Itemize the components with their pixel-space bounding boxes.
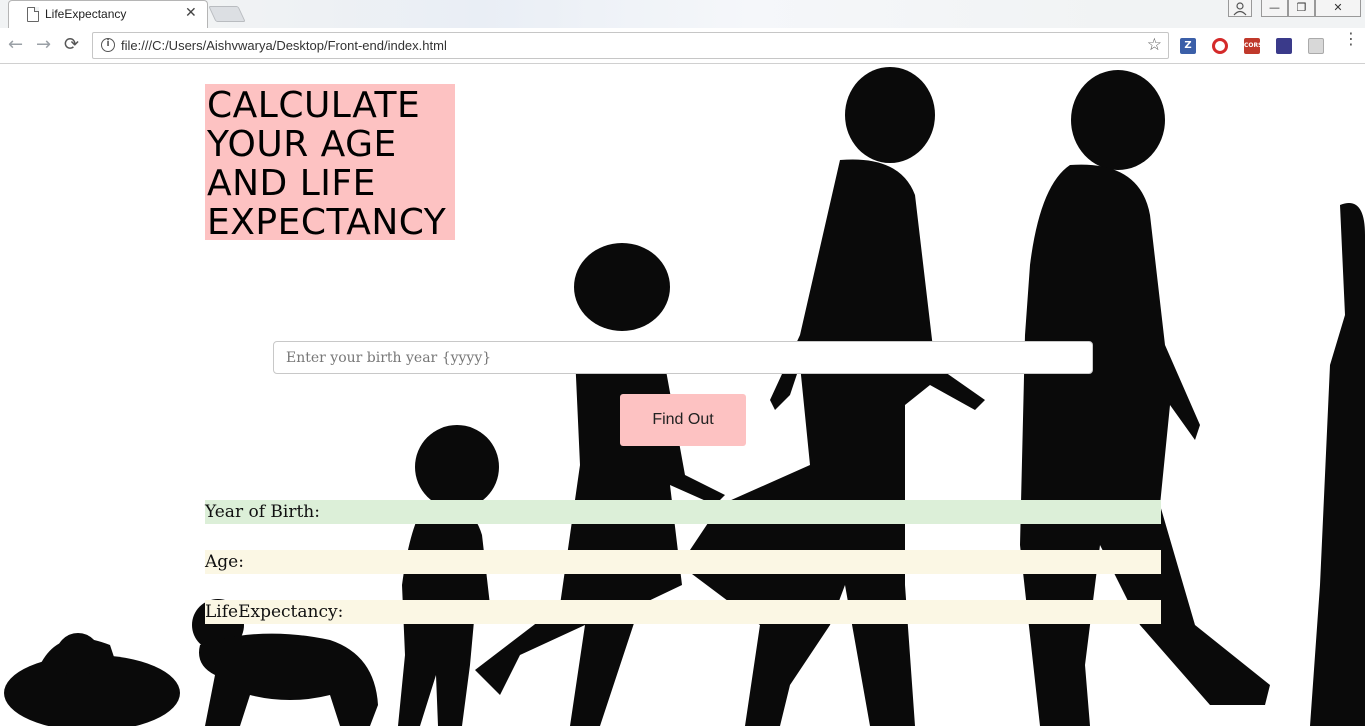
menu-icon[interactable]: ⋮: [1343, 31, 1359, 47]
browser-tab[interactable]: LifeExpectancy ✕: [8, 0, 208, 28]
zotero-icon[interactable]: Z: [1180, 38, 1196, 54]
page-favicon-icon: [27, 7, 39, 22]
page-title-line-4: EXPECTANCY: [207, 202, 447, 243]
minimize-window-button[interactable]: —: [1261, 0, 1288, 17]
tabstrip-background: [210, 0, 1110, 28]
age-result: Age:: [205, 550, 1161, 574]
browser-toolbar: ← → ⟳ i file:///C:/Users/Aishvwarya/Desk…: [0, 28, 1365, 64]
cors-icon[interactable]: CORS: [1244, 38, 1262, 54]
bookmark-star-icon[interactable]: ☆: [1147, 35, 1162, 55]
page-content: CALCULATE YOUR AGE AND LIFE EXPECTANCY F…: [0, 65, 1365, 726]
close-tab-icon[interactable]: ✕: [185, 5, 197, 21]
back-arrow-icon[interactable]: ←: [8, 34, 23, 55]
browser-tabstrip: LifeExpectancy ✕ — ❐ ✕: [0, 0, 1365, 28]
birth-year-input[interactable]: [273, 341, 1093, 374]
page-title-line-1: CALCULATE: [207, 85, 421, 126]
life-expectancy-result: LifeExpectancy:: [205, 600, 1161, 624]
reload-icon[interactable]: ⟳: [64, 34, 79, 55]
extension-gray-icon[interactable]: [1308, 38, 1324, 54]
address-bar[interactable]: i file:///C:/Users/Aishvwarya/Desktop/Fr…: [92, 32, 1169, 59]
url-text[interactable]: file:///C:/Users/Aishvwarya/Desktop/Fron…: [121, 38, 447, 53]
page-title-box: CALCULATE YOUR AGE AND LIFE EXPECTANCY: [205, 84, 455, 243]
user-profile-icon[interactable]: [1228, 0, 1252, 17]
find-out-button[interactable]: Find Out: [620, 394, 746, 446]
forward-arrow-icon[interactable]: →: [36, 34, 51, 55]
restore-window-button[interactable]: ❐: [1288, 0, 1315, 17]
year-of-birth-result: Year of Birth:: [205, 500, 1161, 524]
page-title-line-2: YOUR AGE: [207, 124, 397, 165]
opera-icon[interactable]: [1212, 38, 1228, 54]
tab-title: LifeExpectancy: [45, 7, 127, 21]
close-window-button[interactable]: ✕: [1315, 0, 1361, 17]
info-icon[interactable]: i: [101, 38, 115, 52]
page-title-line-3: AND LIFE: [207, 163, 376, 204]
extension-icon[interactable]: [1276, 38, 1292, 54]
